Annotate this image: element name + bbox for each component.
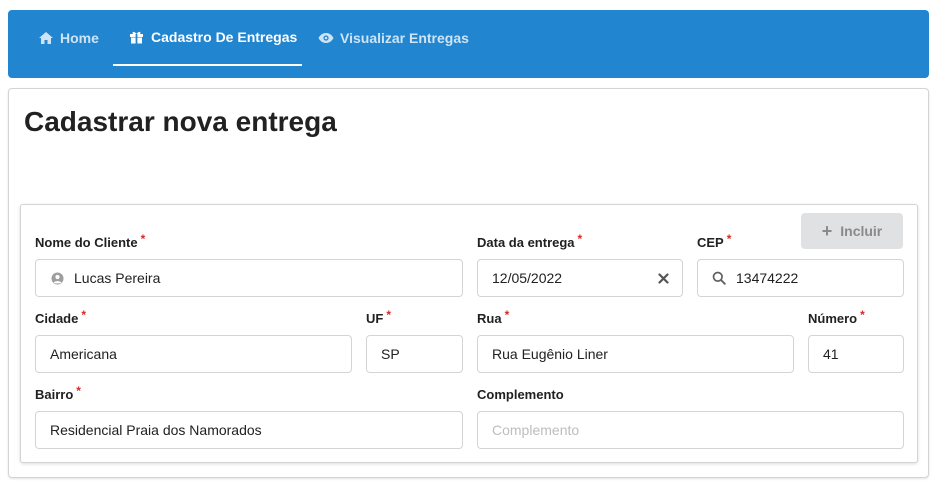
nav-home-label: Home: [60, 30, 99, 46]
rua-label: Rua *: [477, 308, 510, 326]
required-mark: *: [726, 232, 732, 246]
cidade-value: Americana: [50, 346, 117, 362]
nav-cadastro-label: Cadastro De Entregas: [151, 29, 298, 45]
numero-value: 41: [823, 346, 839, 362]
home-icon: [38, 31, 54, 45]
uf-label: UF *: [366, 308, 392, 326]
top-navbar: Home Cadastro De Entregas Visualizar Ent…: [8, 10, 929, 78]
rua-value: Rua Eugênio Liner: [492, 346, 608, 362]
nav-home[interactable]: Home: [38, 10, 99, 66]
data-entrega-label: Data da entrega *: [477, 232, 583, 250]
numero-field[interactable]: 41: [808, 335, 904, 373]
nome-cliente-field[interactable]: Lucas Pereira: [35, 259, 463, 297]
uf-value: SP: [381, 346, 400, 362]
complemento-placeholder: Complemento: [492, 422, 580, 438]
nome-cliente-label: Nome do Cliente *: [35, 232, 146, 250]
numero-label: Número *: [808, 308, 865, 326]
user-icon: [50, 271, 64, 285]
required-mark: *: [76, 384, 81, 398]
main-segment: Cadastrar nova entrega + Incluir Nome do…: [8, 88, 929, 478]
nome-cliente-value: Lucas Pereira: [74, 270, 161, 286]
nav-visualizar-entregas[interactable]: Visualizar Entregas: [318, 10, 469, 66]
required-mark: *: [577, 232, 583, 246]
data-entrega-value: 12/05/2022: [492, 270, 563, 286]
plus-icon: +: [821, 221, 833, 241]
nav-visualizar-label: Visualizar Entregas: [340, 30, 469, 46]
page-title: Cadastrar nova entrega: [24, 106, 337, 137]
data-entrega-field[interactable]: 12/05/2022: [477, 259, 683, 297]
complemento-field[interactable]: Complemento: [477, 411, 904, 449]
incluir-button[interactable]: + Incluir: [801, 213, 903, 249]
cep-value: 13474222: [736, 270, 799, 286]
cep-field[interactable]: 13474222: [697, 259, 904, 297]
delivery-form: + Incluir Nome do Cliente * Lucas Pereira…: [20, 204, 918, 463]
clear-date-icon[interactable]: [656, 271, 670, 285]
incluir-button-label: Incluir: [840, 223, 883, 239]
required-mark: *: [386, 308, 392, 322]
gift-icon: [129, 30, 145, 44]
required-mark: *: [140, 232, 146, 246]
search-icon: [712, 271, 726, 285]
required-mark: *: [81, 308, 87, 322]
cidade-label: Cidade *: [35, 308, 87, 326]
required-mark: *: [860, 308, 865, 322]
bairro-value: Residencial Praia dos Namorados: [50, 422, 262, 438]
nav-cadastro-entregas[interactable]: Cadastro De Entregas: [113, 10, 302, 66]
complemento-label: Complemento: [477, 387, 564, 402]
eye-icon: [318, 31, 334, 45]
cidade-field[interactable]: Americana: [35, 335, 352, 373]
bairro-field[interactable]: Residencial Praia dos Namorados: [35, 411, 463, 449]
uf-field[interactable]: SP: [366, 335, 463, 373]
required-mark: *: [504, 308, 510, 322]
rua-field[interactable]: Rua Eugênio Liner: [477, 335, 794, 373]
cep-label: CEP *: [697, 232, 732, 250]
bairro-label: Bairro *: [35, 384, 81, 402]
